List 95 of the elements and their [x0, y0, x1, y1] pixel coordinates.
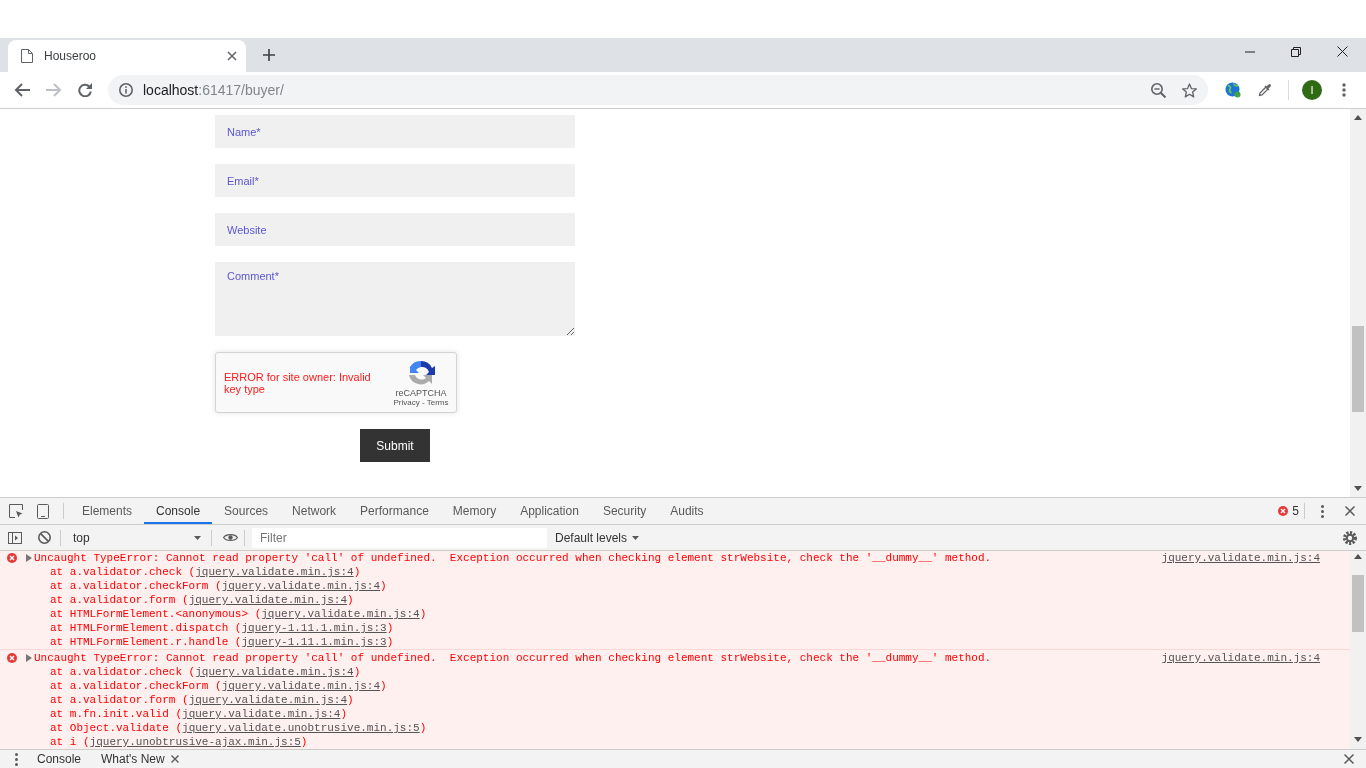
stack-source-link[interactable]: jquery.validate.min.js:4 [188, 694, 348, 706]
stack-frame: at a.validator.form (jquery.validate.min.js:4) [50, 593, 354, 607]
more-icon[interactable] [1321, 504, 1324, 518]
devtools-tab[interactable]: Memory [440, 498, 509, 524]
stack-frame: at m.fn.init.valid (jquery.validate.min.js:4) [50, 707, 348, 721]
settings-icon[interactable] [1343, 530, 1357, 545]
reload-icon[interactable] [78, 83, 92, 97]
profile-avatar[interactable]: I [1302, 80, 1322, 100]
error-message-text: Uncaught TypeError: Cannot read property 'call' of undefined. Exception occurred when checking element strWebsite, check the '__dummy__' method. [34, 551, 992, 565]
close-icon[interactable] [1344, 754, 1354, 764]
globe-icon[interactable] [1225, 82, 1241, 98]
more-icon[interactable] [1342, 83, 1346, 97]
scroll-down-icon[interactable] [1354, 737, 1362, 742]
devtools-tab[interactable]: Network [280, 498, 349, 524]
devtools-tab[interactable]: Elements [70, 498, 145, 524]
scrollbar-thumb[interactable] [1352, 326, 1364, 412]
document-icon [21, 49, 33, 63]
browser-tab[interactable]: Houseroo [8, 40, 246, 72]
stack-source-link[interactable]: jquery.validate.min.js:4 [195, 666, 354, 678]
scroll-up-icon[interactable] [1354, 115, 1362, 120]
close-icon[interactable] [170, 755, 179, 763]
captcha-links[interactable]: Privacy - Terms [393, 397, 449, 407]
stack-source-link[interactable]: jquery.validate.min.js:4 [195, 566, 354, 578]
mobile-device-icon[interactable] [37, 503, 49, 519]
devtools-tab[interactable]: Application [508, 498, 591, 524]
scroll-down-icon[interactable] [1354, 486, 1362, 491]
devtools-tab[interactable]: Audits [658, 498, 716, 524]
star-icon[interactable] [1182, 82, 1197, 98]
caret-icon [194, 535, 201, 540]
zoom-out-icon[interactable] [1151, 82, 1166, 98]
error-count-button[interactable]: 5 [1278, 504, 1299, 518]
stack-source-link[interactable]: jquery.validate.min.js:4 [261, 608, 420, 620]
inspect-icon[interactable] [9, 504, 23, 518]
restore-icon[interactable] [1291, 46, 1301, 57]
captcha-error-text: ERROR for site owner: Invalid key type [224, 370, 372, 395]
stack-frame: at a.validator.check (jquery.validate.min.js:4) [50, 565, 361, 579]
stack-source-link[interactable]: jquery.validate.min.js:4 [221, 580, 381, 592]
source-link[interactable]: jquery.validate.min.js:4 [1161, 651, 1320, 665]
error-icon [7, 553, 17, 563]
sidebar-icon[interactable] [8, 531, 22, 544]
stack-frame: at HTMLFormElement.<anonymous> (jquery.validate.min.js:4) [50, 607, 427, 621]
stack-frame: at a.validator.form (jquery.validate.min.js:4) [50, 693, 354, 707]
eye-icon[interactable] [223, 533, 238, 542]
circular-arrows-icon [406, 358, 436, 387]
scroll-up-icon[interactable] [1354, 554, 1362, 559]
block-icon[interactable] [38, 531, 51, 544]
context-select[interactable]: top [67, 527, 206, 548]
back-arrow-icon[interactable] [14, 83, 30, 97]
eyedropper-icon[interactable] [1258, 83, 1272, 97]
stack-source-link[interactable]: jquery-1.11.1.min.js:3 [241, 636, 387, 648]
stack-source-link[interactable]: jquery.validate.unobtrusive.min.js:5 [182, 722, 420, 734]
address-bar[interactable]: localhost:61417/buyer/ [108, 75, 1208, 105]
devtools-tab[interactable]: Sources [212, 498, 281, 524]
captcha-brand-text: reCAPTCHA [395, 387, 447, 398]
input-field[interactable]: Website [215, 213, 575, 246]
stack-frame: at a.validator.check (jquery.validate.min.js:4) [50, 665, 361, 679]
close-icon[interactable] [227, 51, 237, 61]
filter-field[interactable]: Filter [252, 527, 547, 548]
stack-source-link[interactable]: jquery-1.11.1.min.js:3 [241, 622, 387, 634]
textarea-field[interactable]: Comment* [215, 262, 575, 336]
caret-icon [632, 535, 640, 540]
stack-source-link[interactable]: jquery.validate.min.js:4 [188, 594, 348, 606]
stack-frame: at HTMLFormElement.r.handle (jquery-1.11.1.min.js:3) [50, 635, 394, 649]
submit-button[interactable]: Submit [360, 429, 430, 462]
expand-triangle-icon[interactable] [26, 654, 32, 662]
stack-frame: at a.validator.checkForm (jquery.validate.min.js:4) [50, 679, 387, 693]
error-icon [1278, 506, 1289, 516]
drawer-tab[interactable]: Console [27, 750, 92, 768]
stack-frame: at HTMLFormElement.dispatch (jquery-1.11.1.min.js:3) [50, 621, 394, 635]
expand-triangle-icon[interactable] [26, 554, 32, 562]
scrollbar[interactable] [1350, 551, 1366, 749]
scrollbar[interactable] [1350, 109, 1366, 497]
close-icon[interactable] [1337, 46, 1348, 57]
error-message-text: Uncaught TypeError: Cannot read property 'call' of undefined. Exception occurred when checking element strWebsite, check the '__dummy__' method. [34, 651, 992, 665]
info-icon[interactable] [119, 83, 133, 97]
levels-dropdown[interactable]: Default levels [555, 530, 640, 545]
drawer-tab[interactable]: What's New [91, 750, 189, 768]
stack-frame: at Object.validate (jquery.validate.unobtrusive.min.js:5) [50, 721, 427, 735]
new-tab-icon[interactable] [263, 49, 275, 61]
source-link[interactable]: jquery.validate.min.js:4 [1161, 551, 1320, 565]
devtools-tab[interactable]: Performance [348, 498, 441, 524]
stack-source-link[interactable]: jquery.unobtrusive-ajax.min.js:5 [89, 736, 301, 748]
url-text: localhost:61417/buyer/ [143, 82, 284, 98]
stack-source-link[interactable]: jquery.validate.min.js:4 [221, 680, 381, 692]
stack-frame: at a.validator.checkForm (jquery.validate.min.js:4) [50, 579, 387, 593]
minimize-icon[interactable] [1245, 50, 1255, 53]
error-icon [7, 653, 17, 663]
scrollbar-thumb[interactable] [1352, 575, 1364, 632]
stack-source-link[interactable]: jquery.validate.min.js:4 [182, 708, 341, 720]
input-field[interactable]: Name* [215, 115, 575, 148]
more-icon[interactable] [15, 752, 18, 766]
stack-frame: at i (jquery.unobtrusive-ajax.min.js:5) [50, 735, 308, 749]
devtools-tab[interactable]: Security [590, 498, 659, 524]
close-icon[interactable] [1345, 506, 1355, 516]
input-field[interactable]: Email* [215, 164, 575, 197]
